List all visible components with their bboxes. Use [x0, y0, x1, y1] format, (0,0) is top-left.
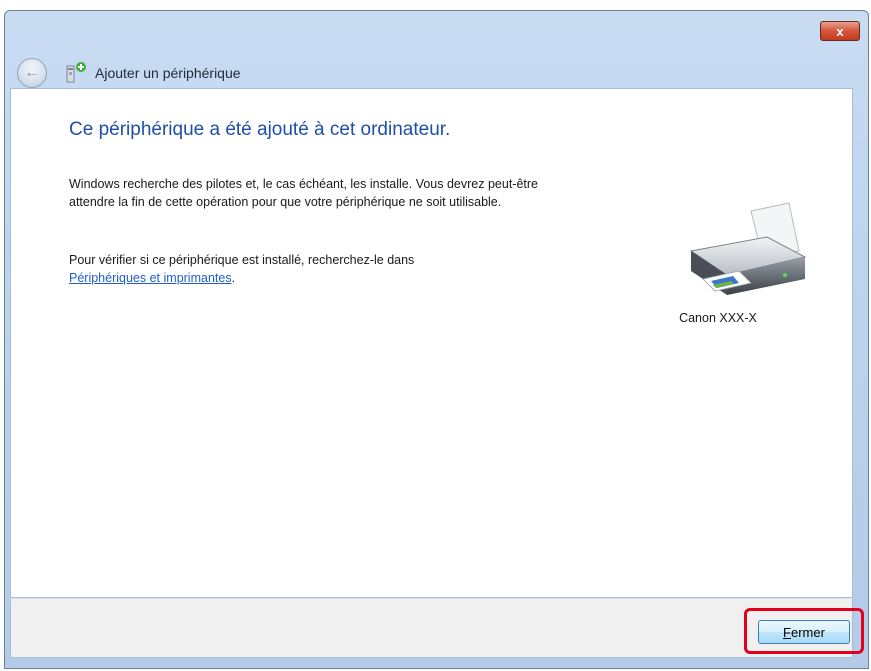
close-button-label: ermer [791, 624, 825, 640]
printer-name-label: Canon XXX-X [679, 311, 757, 325]
verify-info-text: Pour vérifier si ce périphérique est ins… [69, 251, 579, 287]
verify-info-label: Pour vérifier si ce périphérique est ins… [69, 253, 415, 267]
dialog-content: Ce périphérique a été ajouté à cet ordin… [10, 88, 853, 598]
close-icon: x [836, 24, 844, 39]
dialog-title: Ajouter un périphérique [95, 65, 241, 81]
device-add-icon [66, 62, 86, 83]
printer-icon [689, 202, 807, 295]
back-arrow-icon: ← [24, 64, 40, 81]
window-close-button[interactable]: x [820, 21, 860, 41]
driver-info-text: Windows recherche des pilotes et, le cas… [69, 177, 539, 209]
success-headline: Ce périphérique a été ajouté à cet ordin… [69, 119, 451, 140]
close-button[interactable]: Fermer [758, 620, 850, 644]
verify-info-period: . [231, 271, 236, 285]
devices-printers-link[interactable]: Périphériques et imprimantes [69, 271, 232, 285]
back-button[interactable]: ← [17, 58, 47, 88]
close-button-mnemonic: F [783, 624, 791, 640]
dialog-footer [10, 598, 853, 658]
